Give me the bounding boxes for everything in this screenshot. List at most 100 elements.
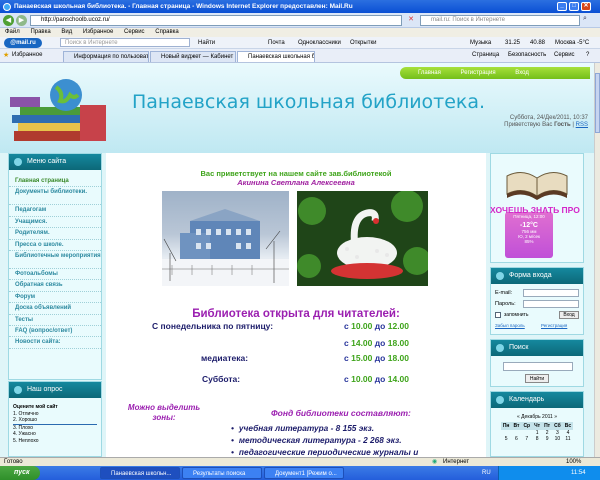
menu-link-forum[interactable]: Форум <box>9 292 101 304</box>
menu-bar: Файл Правка Вид Избранное Сервис Справка <box>0 28 600 37</box>
system-tray: 11:54 <box>498 466 600 480</box>
url-input[interactable]: http://panschoolb.ucoz.ru/ <box>30 15 402 26</box>
tools-menu[interactable]: Сервис <box>554 52 575 58</box>
poll-option[interactable]: 5. Неплохо <box>13 438 97 445</box>
register-link[interactable]: Регистрация <box>541 323 567 328</box>
mail-link[interactable]: Почта <box>268 37 285 49</box>
menu-help[interactable]: Справка <box>155 29 179 35</box>
weather-city[interactable]: Москва -5°C <box>555 37 589 49</box>
menu-link-news[interactable]: Новости сайта: <box>9 337 101 349</box>
schedule-label-weekdays: С понедельника по пятницу: <box>152 321 274 331</box>
login-button[interactable]: Вход <box>559 311 579 319</box>
safety-menu[interactable]: Безопасность <box>508 52 546 58</box>
menu-link-board[interactable]: Доска объявлений <box>9 303 101 315</box>
close-button[interactable]: ✕ <box>581 2 591 11</box>
task-search[interactable]: Результаты поиска <box>182 467 262 479</box>
status-bar: Готово ◉ Интернет 100% <box>0 457 600 466</box>
help-button[interactable]: ? <box>586 52 589 58</box>
tab-library[interactable]: Панаевская школьная б... <box>237 51 315 62</box>
menu-link-press[interactable]: Пресса о школе. <box>9 240 101 251</box>
menu-link-tests[interactable]: Тесты <box>9 315 101 326</box>
site-menu: Меню сайта Главная страница Документы би… <box>8 153 102 380</box>
paper-swan-photo[interactable] <box>297 191 428 286</box>
marquee-text[interactable]: ХОЧЕШЬ ЗНАТЬ ПРО <box>490 205 580 215</box>
mailru-find-button[interactable]: Найти <box>198 37 215 49</box>
rss-link[interactable]: RSS <box>576 122 588 128</box>
toplink-register[interactable]: Регистрация <box>461 70 496 76</box>
tab-user-info[interactable]: Информация по пользовате... <box>63 51 149 62</box>
site-title: Панаевская школьная библиотека. <box>132 91 486 113</box>
page-menu[interactable]: Страница <box>472 52 499 58</box>
task-word[interactable]: Документ1 [Режим о... <box>264 467 344 479</box>
forward-arrow-icon[interactable]: ▶ <box>16 15 27 26</box>
remember-checkbox[interactable] <box>495 312 501 318</box>
task-ie[interactable]: Панаевская школьн... <box>100 467 180 479</box>
menu-view[interactable]: Вид <box>61 29 72 35</box>
date-info: Суббота, 24/Дек/2011, 10:37 Приветствую … <box>440 115 588 129</box>
search-icon[interactable]: ⌕ <box>583 15 595 26</box>
browser-search-input[interactable]: mail.ru: Поиск в Интернете <box>420 15 580 26</box>
email-label: E-mail: <box>495 290 513 296</box>
favorites-button[interactable]: Избранное <box>12 52 42 58</box>
back-arrow-icon[interactable]: ◀ <box>3 15 14 26</box>
menu-tools[interactable]: Сервис <box>124 29 145 35</box>
menu-link-events[interactable]: Библиотечные мероприятия <box>9 251 101 269</box>
weather-humidity: 85% <box>524 239 534 244</box>
music-link[interactable]: Музыка <box>470 37 491 49</box>
zoom-level[interactable]: 100% <box>566 458 581 466</box>
mailru-search-input[interactable]: Поиск в Интернете <box>60 38 190 47</box>
menu-link-documents[interactable]: Документы библиотеки. <box>9 187 101 206</box>
poll-box: Наш опрос Оцените мой сайт 1. Отлично 2.… <box>8 381 102 457</box>
right-column: Пятница, 12:00 -12°C 756 мм Ю, 2 м/сек 8… <box>488 153 594 457</box>
site-search-button[interactable]: Найти <box>525 374 549 383</box>
minimize-button[interactable]: _ <box>557 2 567 11</box>
star-icon[interactable]: ★ <box>3 51 9 59</box>
menu-link-photos[interactable]: Фотоальбомы <box>9 269 101 281</box>
calendar-month[interactable]: « Декабрь 2011 » <box>491 414 583 420</box>
schedule-time-media: с 15.00 до 18.00 <box>344 353 410 363</box>
menu-favorites[interactable]: Избранное <box>83 29 113 35</box>
cards-link[interactable]: Открытки <box>350 37 376 49</box>
toplink-home[interactable]: Главная <box>418 70 441 76</box>
welcome-text: Вас приветствует на нашем сайте зав.библ… <box>200 169 392 178</box>
librarian-name: Акинина Светлана Алексеевна <box>237 178 355 187</box>
odnoklassniki-link[interactable]: Одноклассники <box>298 37 341 49</box>
remember-label: запомнить <box>504 312 529 318</box>
menu-link-home[interactable]: Главная страница <box>9 176 101 188</box>
tab-bar: ★ Избранное Информация по пользовате... … <box>0 49 600 63</box>
menu-link-teachers[interactable]: Педагогам <box>9 205 101 217</box>
menu-link-parents[interactable]: Родителям. <box>9 228 101 240</box>
toplink-login[interactable]: Вход <box>515 70 529 76</box>
clock[interactable]: 11:54 <box>571 470 586 476</box>
site-search-input[interactable] <box>503 362 573 371</box>
poll-option[interactable]: 2. Хорошо <box>13 417 97 425</box>
page-viewport: Главная Регистрация Вход Панаевская школ… <box>0 63 594 457</box>
fund-item: методическая литература - 2 268 экз. <box>231 435 402 445</box>
language-indicator[interactable]: RU <box>482 466 491 480</box>
menu-link-faq[interactable]: FAQ (вопрос/ответ) <box>9 326 101 338</box>
currency-usd: 31.25 <box>505 40 521 46</box>
globe-icon: ◉ <box>432 459 438 465</box>
mailru-logo[interactable]: @mail.ru <box>4 38 42 48</box>
start-button[interactable]: пуск <box>0 466 40 480</box>
tab-widget[interactable]: Новый виджет — Кабинет ... <box>150 51 236 62</box>
weather-widget[interactable]: Пятница, 12:00 -12°C 756 мм Ю, 2 м/сек 8… <box>505 212 553 258</box>
menu-link-feedback[interactable]: Обратная связь <box>9 280 101 292</box>
menu-link-students[interactable]: Учащимся. <box>9 217 101 229</box>
school-building-photo[interactable] <box>162 191 289 286</box>
password-field[interactable] <box>523 300 579 308</box>
ie-logo-icon <box>3 3 11 11</box>
page-scrollbar[interactable] <box>594 63 600 457</box>
stop-icon[interactable]: ✕ <box>404 15 418 26</box>
login-heading: Форма входа <box>491 268 583 284</box>
schedule-time-saturday: с 10.00 до 14.00 <box>344 374 410 384</box>
menu-edit[interactable]: Правка <box>30 29 50 35</box>
email-field[interactable] <box>523 289 579 297</box>
forgot-password-link[interactable]: Забыл пароль <box>495 323 525 328</box>
site-menu-heading: Меню сайта <box>9 154 101 170</box>
main-column: Вас приветствует на нашем сайте зав.библ… <box>106 153 486 457</box>
maximize-button[interactable]: □ <box>569 2 579 11</box>
taskbar: пуск Панаевская школьн... Результаты пои… <box>0 466 600 480</box>
menu-file[interactable]: Файл <box>5 29 20 35</box>
scrollbar-thumb[interactable] <box>595 73 600 133</box>
